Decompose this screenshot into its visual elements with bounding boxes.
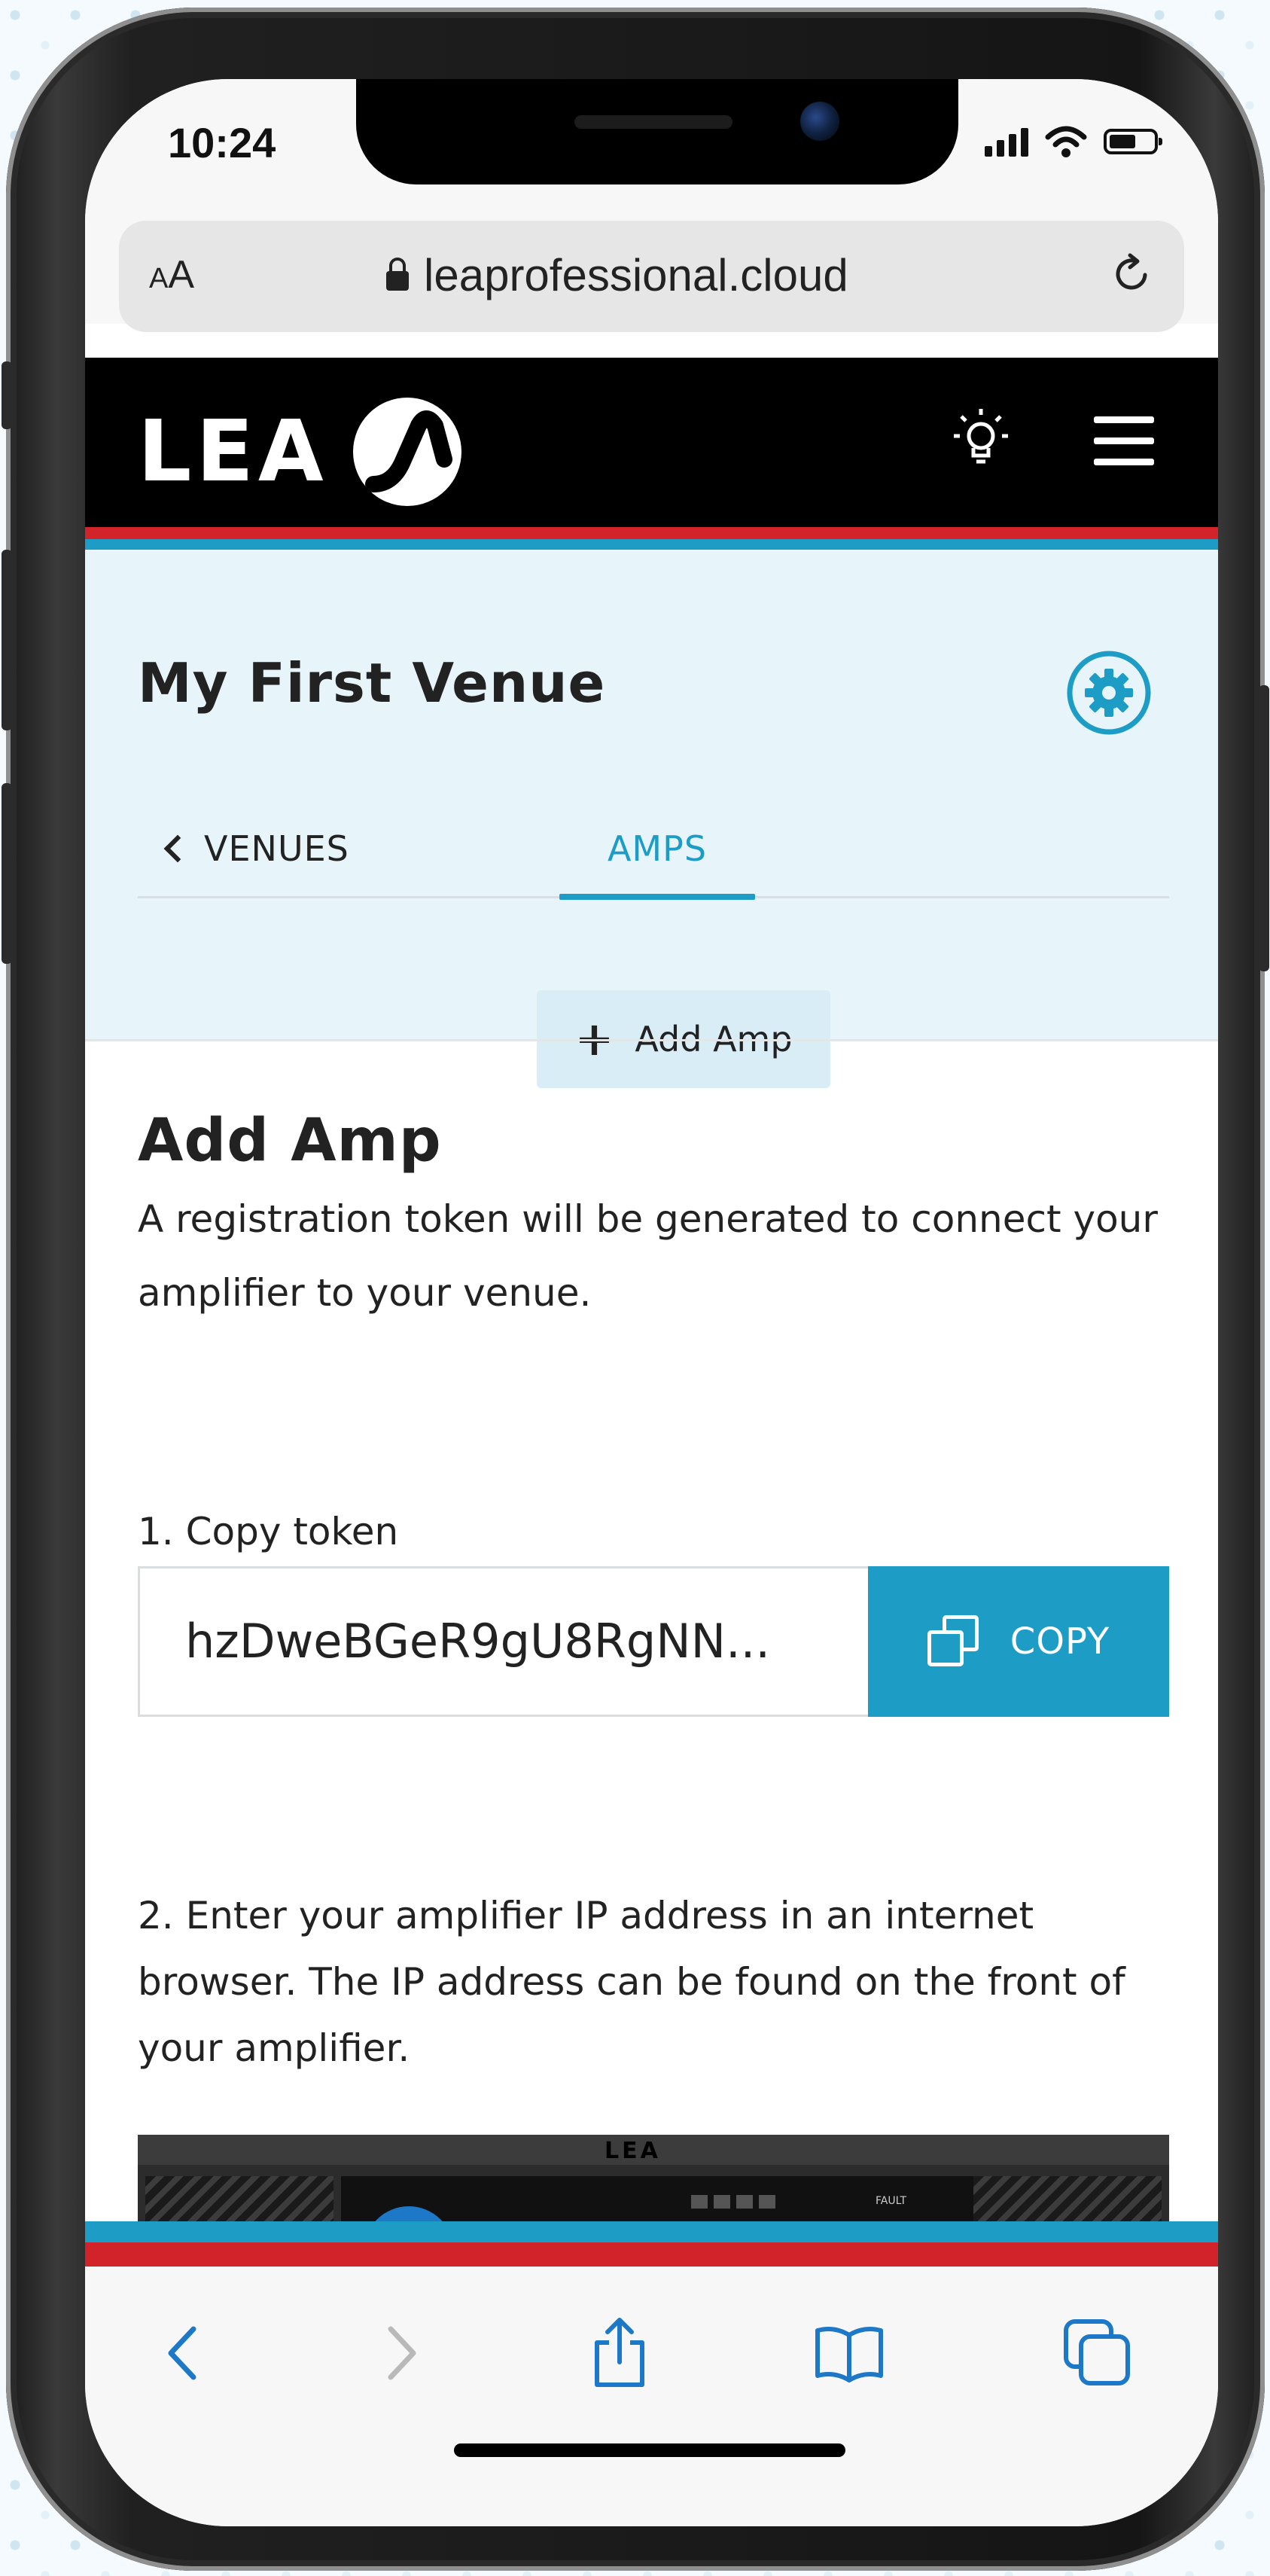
section-divider bbox=[85, 1039, 1218, 1041]
share-button[interactable] bbox=[578, 2312, 661, 2395]
url-text: leaprofessional.cloud bbox=[424, 250, 848, 300]
browser-address-area: AA leaprofessional.cloud bbox=[85, 215, 1218, 332]
power-button bbox=[1259, 685, 1269, 971]
lock-icon bbox=[386, 257, 409, 291]
phone-frame: 10:24 AA leaprofessional.cloud LEA My Fi… bbox=[2, 8, 1269, 2571]
battery-icon bbox=[1104, 129, 1162, 154]
address-bar[interactable]: AA leaprofessional.cloud bbox=[119, 221, 1184, 332]
lightbulb-icon[interactable] bbox=[943, 403, 1019, 478]
step2-text: 2. Enter your amplifier IP address in an… bbox=[138, 1894, 1125, 2070]
back-button[interactable] bbox=[142, 2312, 224, 2395]
tab-venues[interactable]: VENUES bbox=[163, 828, 349, 869]
header-stripe-blue bbox=[85, 539, 1218, 550]
status-icons bbox=[985, 123, 1162, 160]
footer-stripe-red bbox=[85, 2242, 1218, 2267]
token-row: hzDweBGeR9gU8RgNN... COPY bbox=[138, 1566, 1169, 1717]
header-stripe-red bbox=[85, 527, 1218, 539]
status-bar: 10:24 bbox=[85, 79, 1218, 215]
tabs-button[interactable] bbox=[1056, 2312, 1139, 2395]
volume-down-button bbox=[2, 783, 12, 964]
lea-logo-mark-icon bbox=[352, 398, 461, 506]
status-time: 10:24 bbox=[168, 119, 276, 166]
forward-button[interactable] bbox=[360, 2312, 443, 2395]
chevron-left-icon bbox=[163, 834, 192, 863]
lea-logo[interactable]: LEA bbox=[138, 395, 464, 508]
venue-title: My First Venue bbox=[138, 651, 606, 715]
book-icon bbox=[815, 2327, 883, 2382]
gear-icon[interactable] bbox=[1064, 648, 1154, 738]
text-size-button[interactable]: AA bbox=[149, 252, 194, 297]
venue-section: My First Venue VENUES AMPS + Add Amp bbox=[85, 550, 1218, 1088]
hamburger-menu-icon[interactable] bbox=[1094, 416, 1154, 465]
active-tab-indicator bbox=[559, 894, 755, 900]
form-description: A registration token will be generated t… bbox=[138, 1197, 1158, 1315]
amp-leds bbox=[691, 2195, 775, 2209]
token-field[interactable]: hzDweBGeR9gU8RgNN... bbox=[138, 1566, 868, 1717]
wifi-icon bbox=[1045, 126, 1087, 157]
venue-tabs: VENUES AMPS bbox=[138, 798, 1169, 900]
bookmarks-button[interactable] bbox=[808, 2312, 891, 2395]
amp-fault-label: FAULT bbox=[876, 2195, 907, 2207]
tab-amps[interactable]: AMPS bbox=[559, 828, 755, 869]
tabs-icon bbox=[1064, 2319, 1130, 2385]
signal-icon bbox=[985, 127, 1028, 157]
browser-toolbar bbox=[85, 2267, 1218, 2526]
form-title: Add Amp bbox=[138, 1107, 442, 1175]
volume-up-button bbox=[2, 550, 12, 730]
copy-icon bbox=[927, 1615, 980, 1668]
reload-icon[interactable] bbox=[1109, 251, 1154, 296]
add-amp-form: Add Amp A registration token will be gen… bbox=[138, 1107, 1169, 1330]
forward-arrow-icon bbox=[388, 2326, 416, 2380]
app-header: LEA bbox=[85, 358, 1218, 527]
copy-button-label: COPY bbox=[1010, 1620, 1110, 1663]
phone-screen: 10:24 AA leaprofessional.cloud LEA My Fi… bbox=[85, 79, 1218, 2526]
back-arrow-icon bbox=[168, 2326, 196, 2380]
notch bbox=[356, 79, 958, 184]
copy-button[interactable]: COPY bbox=[868, 1566, 1169, 1717]
footer-stripe-blue bbox=[85, 2221, 1218, 2242]
url-display[interactable]: leaprofessional.cloud bbox=[386, 249, 848, 301]
share-icon bbox=[595, 2318, 644, 2387]
home-indicator[interactable] bbox=[454, 2443, 845, 2457]
logo-text: LEA bbox=[138, 403, 328, 501]
amp-brand-logo: LEA bbox=[605, 2138, 661, 2164]
step1-label: 1. Copy token bbox=[138, 1510, 399, 1553]
front-camera bbox=[800, 102, 839, 141]
mute-switch bbox=[2, 361, 12, 429]
earpiece-speaker bbox=[574, 115, 732, 129]
tab-venues-label: VENUES bbox=[204, 828, 349, 869]
